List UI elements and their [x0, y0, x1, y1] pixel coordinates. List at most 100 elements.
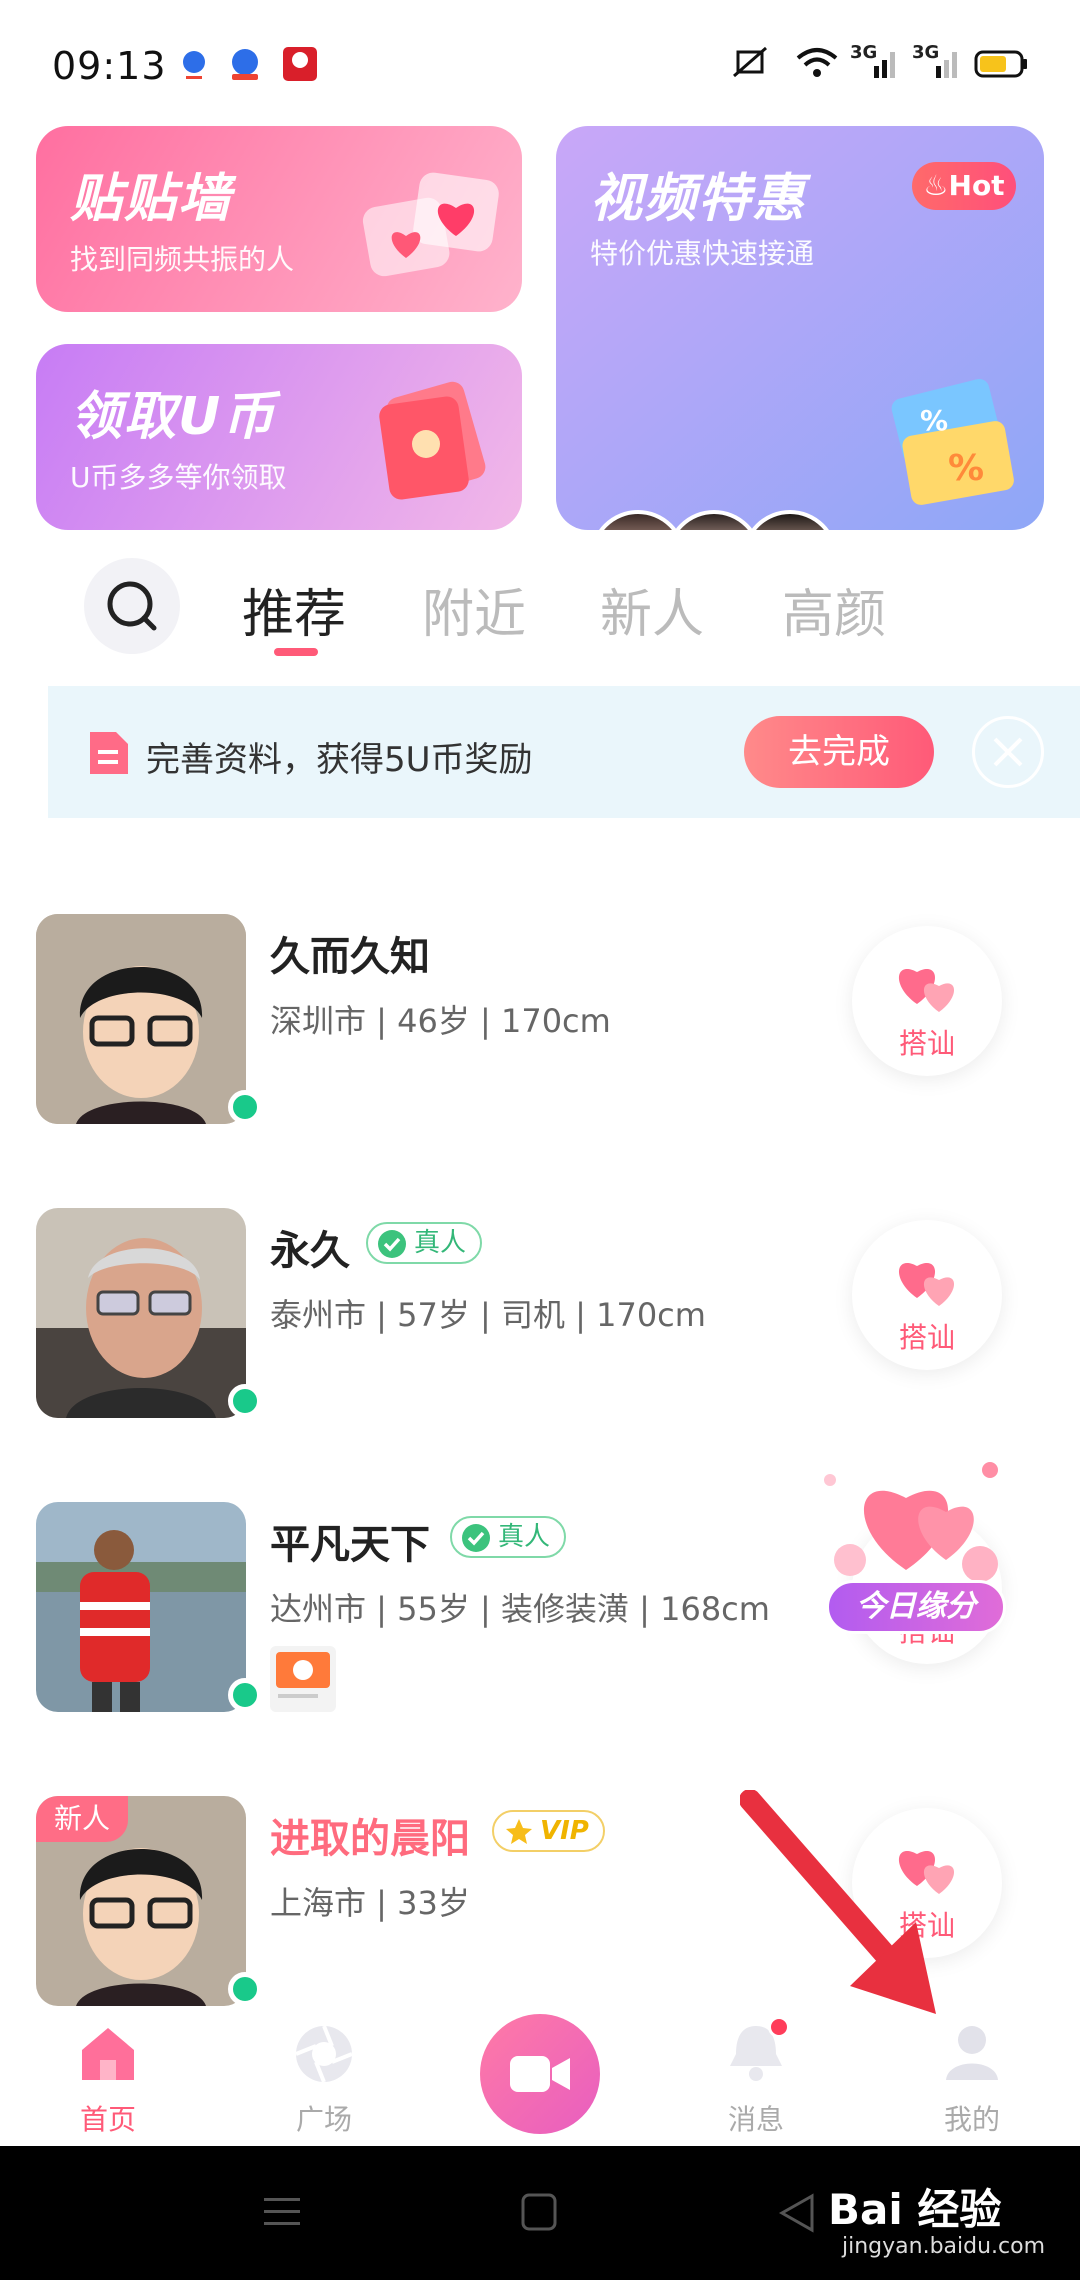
fire-icon: ♨	[923, 169, 949, 202]
menu-icon[interactable]	[262, 2194, 302, 2230]
coin-subtitle: U币多多等你领取	[70, 461, 287, 494]
nav-square-label: 广场	[295, 2103, 352, 2136]
tab-new[interactable]: 新人	[600, 572, 704, 647]
user-info: 达州市 | 55岁 | 装修装潢 | 168cm	[270, 1590, 770, 1628]
online-dot	[228, 1678, 262, 1712]
svg-text:%: %	[948, 448, 984, 489]
avatar	[742, 510, 838, 530]
wall-title: 贴贴墙	[70, 169, 233, 229]
video-call-button[interactable]	[480, 2014, 600, 2134]
verified-badge: 真人	[366, 1222, 483, 1264]
list-item[interactable]: 久而久知 深圳市 | 46岁 | 170cm 搭讪	[0, 914, 1080, 1134]
verified-label: 真人	[414, 1228, 467, 1258]
baidu-app-icon	[228, 46, 262, 80]
home-square-icon[interactable]	[520, 2192, 558, 2232]
avatar	[666, 510, 762, 530]
coupon-icon: % %	[886, 376, 1016, 506]
greet-label: 搭讪	[898, 1027, 955, 1060]
new-user-tag: 新人	[36, 1796, 128, 1842]
user-name: 平凡天下	[270, 1522, 430, 1568]
system-nav-bar: Bai 经验 jingyan.baidu.com	[0, 2146, 1080, 2280]
today-fate-label: 今日缘分	[826, 1580, 1006, 1634]
video-title: 视频特惠	[590, 169, 807, 229]
wifi-icon	[796, 46, 838, 80]
verified-badge: 真人	[450, 1516, 567, 1558]
user-name: 永久	[270, 1228, 350, 1274]
close-icon	[993, 737, 1023, 767]
coin-card[interactable]: 领取U币 U币多多等你领取	[36, 344, 522, 530]
user-photo[interactable]	[36, 1502, 246, 1712]
hearts-icon	[356, 166, 506, 286]
video-camera-icon	[510, 2056, 570, 2092]
post-thumbnail[interactable]	[270, 1646, 336, 1712]
tab-beauty[interactable]: 高颜	[782, 572, 886, 647]
hot-badge: ♨Hot	[912, 162, 1016, 210]
video-subtitle: 特价优惠快速接通	[590, 237, 815, 270]
online-dot	[228, 1972, 262, 2006]
tab-nearby[interactable]: 附近	[422, 572, 526, 647]
list-item[interactable]: 永久 真人 泰州市 | 57岁 | 司机 | 170cm 搭讪	[0, 1208, 1080, 1428]
online-dot	[228, 1384, 262, 1418]
user-photo[interactable]	[36, 914, 246, 1124]
user-info: 深圳市 | 46岁 | 170cm	[270, 1002, 611, 1040]
watermark-brand: Bai 经验	[828, 2185, 1002, 2234]
search-button[interactable]	[84, 558, 180, 654]
status-bar: 09:13 3G 3G	[0, 0, 1080, 120]
tab-recommend[interactable]: 推荐	[242, 572, 346, 647]
avatar	[590, 510, 686, 530]
coin-title: 领取U币	[70, 387, 277, 447]
nav-profile[interactable]: 我的	[902, 2010, 1042, 2145]
signal-icon	[852, 46, 898, 80]
aperture-icon	[295, 2025, 353, 2083]
nav-home-label: 首页	[79, 2103, 136, 2136]
close-button[interactable]	[972, 716, 1044, 788]
wall-card[interactable]: 贴贴墙 找到同频共振的人	[36, 126, 522, 312]
hearts-icon	[898, 1262, 955, 1306]
baidu-icon	[180, 46, 208, 80]
profile-banner: 完善资料，获得5U币奖励 去完成	[48, 686, 1080, 818]
video-card[interactable]: 视频特惠 特价优惠快速接通 ♨Hot % %	[556, 126, 1044, 530]
verified-label: 真人	[498, 1522, 551, 1552]
hearts-bubble-icon	[824, 1462, 998, 1582]
watermark-url: jingyan.baidu.com	[842, 2234, 1046, 2259]
hearts-icon	[898, 968, 955, 1012]
greet-button[interactable]: 搭讪	[852, 1220, 1002, 1370]
greet-button[interactable]: 搭讪	[852, 926, 1002, 1076]
star-icon	[506, 1819, 532, 1844]
back-icon[interactable]	[776, 2192, 816, 2234]
user-photo[interactable]	[36, 1208, 246, 1418]
hot-label: Hot	[948, 169, 1005, 202]
vibrate-off-icon	[728, 46, 772, 80]
user-name: 久而久知	[270, 934, 430, 980]
bottom-nav: 首页 广场 消息 我的	[0, 2010, 1080, 2145]
battery-icon	[974, 46, 1028, 80]
greet-label: 搭讪	[898, 1321, 955, 1354]
wall-subtitle: 找到同频共振的人	[70, 243, 295, 276]
user-photo[interactable]: 新人	[36, 1796, 246, 2006]
nav-messages[interactable]: 消息	[686, 2010, 826, 2145]
home-icon	[82, 2028, 134, 2080]
online-dot	[228, 1090, 262, 1124]
nav-square[interactable]: 广场	[254, 2010, 394, 2145]
user-info: 上海市 | 33岁	[270, 1884, 470, 1922]
user-icon	[946, 2026, 998, 2080]
user-info: 泰州市 | 57岁 | 司机 | 170cm	[270, 1296, 706, 1334]
shopping-app-icon	[282, 46, 318, 81]
nav-messages-label: 消息	[727, 2103, 784, 2136]
banner-text: 完善资料，获得5U币奖励	[146, 740, 533, 780]
nav-profile-label: 我的	[943, 2103, 1000, 2136]
svg-text:%: %	[920, 404, 948, 437]
status-time: 09:13	[52, 44, 167, 88]
signal-icon-2	[914, 46, 960, 80]
user-name: 进取的晨阳	[270, 1816, 470, 1862]
red-envelope-icon	[366, 374, 496, 504]
tab-indicator	[274, 648, 318, 656]
verified-icon	[462, 1524, 490, 1552]
search-icon	[107, 581, 157, 631]
vip-label: VIP	[540, 1816, 589, 1846]
nav-home[interactable]: 首页	[38, 2010, 178, 2145]
complete-button[interactable]: 去完成	[744, 716, 934, 788]
document-icon	[86, 728, 132, 778]
today-fate-button[interactable]: 今日缘分	[810, 1440, 1020, 1640]
vip-badge: VIP	[492, 1810, 605, 1852]
